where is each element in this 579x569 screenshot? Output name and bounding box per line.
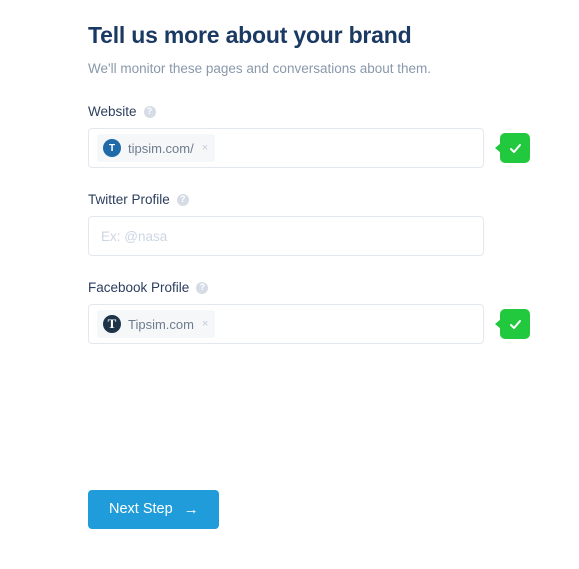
next-step-label: Next Step [109,501,173,518]
help-circle-icon-website[interactable]: ? [143,105,156,118]
website-valid-badge [495,133,530,164]
website-chip-avatar: T [103,139,121,158]
input-row-facebook: T Tipsim.com × [88,304,548,345]
onboarding-brand-page: Tell us more about your brand We'll moni… [0,0,579,569]
facebook-token-chip[interactable]: T Tipsim.com × [97,310,216,339]
help-circle-icon-twitter[interactable]: ? [176,193,189,206]
website-token-chip[interactable]: T tipsim.com/ × [97,134,216,163]
facebook-chip-remove-icon[interactable]: × [201,318,208,330]
facebook-chip-label: Tipsim.com [128,316,194,332]
field-label-row-facebook: Facebook Profile ? [88,280,548,295]
arrow-right-icon: → [183,500,199,518]
twitter-input-placeholder: Ex: @nasa [101,228,168,244]
check-icon-website [509,143,521,153]
field-label-row-website: Website ? [88,104,548,119]
website-input[interactable]: T tipsim.com/ × [88,128,484,169]
facebook-input[interactable]: T Tipsim.com × [88,304,484,345]
field-facebook: Facebook Profile ? T Tipsim.com × [88,280,548,345]
input-row-website: T tipsim.com/ × [88,128,548,169]
check-icon-facebook [509,319,521,329]
facebook-valid-badge [495,309,530,340]
page-title: Tell us more about your brand [88,22,412,48]
field-twitter: Twitter Profile ? Ex: @nasa [88,192,548,257]
page-subtitle: We'll monitor these pages and conversati… [88,61,432,77]
facebook-chip-avatar: T [103,315,121,334]
website-chip-label: tipsim.com/ [128,140,194,156]
field-label-row-twitter: Twitter Profile ? [88,192,548,207]
field-label-website: Website [88,104,137,120]
form-content: Tell us more about your brand We'll moni… [88,0,548,530]
field-website: Website ? T tipsim.com/ × [88,104,548,169]
help-circle-icon-facebook[interactable]: ? [196,281,209,294]
next-step-button[interactable]: Next Step → [88,490,219,530]
field-label-facebook: Facebook Profile [88,280,190,296]
website-chip-remove-icon[interactable]: × [201,142,208,154]
field-label-twitter: Twitter Profile [88,192,170,208]
input-row-twitter: Ex: @nasa [88,216,548,257]
twitter-input[interactable]: Ex: @nasa [88,216,484,257]
